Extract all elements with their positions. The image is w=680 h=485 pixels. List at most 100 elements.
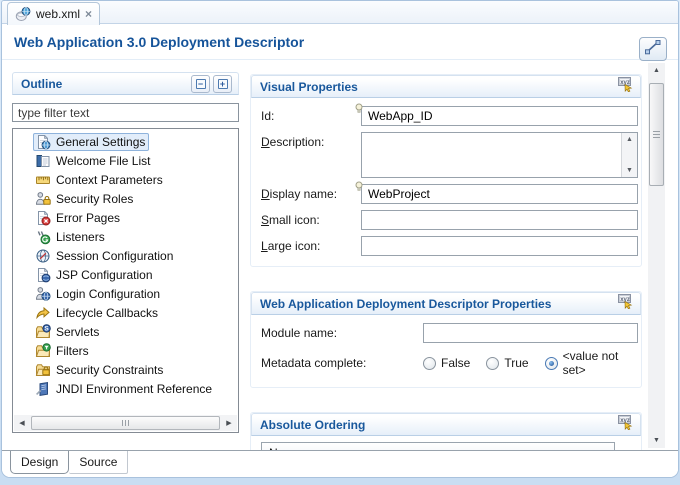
radio-label: False [441, 356, 471, 370]
tab-design[interactable]: Design [10, 451, 70, 474]
radio-label: True [504, 356, 529, 370]
tree-item-security-constraints[interactable]: Security Constraints [13, 360, 238, 379]
metadata-complete-radios: False True <value not set> [423, 349, 638, 377]
page-tab-bar: Design Source [2, 450, 678, 477]
scroll-up-icon[interactable]: ▲ [648, 63, 665, 78]
properties-panel: Visual Properties xyz Id: Descripti [250, 61, 642, 450]
section-visual-properties: Visual Properties xyz Id: Descripti [250, 74, 642, 267]
absolute-ordering-title: Absolute Ordering [260, 417, 366, 432]
tab-label: web.xml [36, 7, 81, 21]
small-icon-field[interactable] [361, 210, 638, 230]
descriptor-properties-header: Web Application Deployment Descriptor Pr… [251, 292, 641, 315]
collapse-all-button[interactable]: − [191, 74, 210, 93]
svg-text:S: S [44, 325, 49, 332]
tree-item-label: Login Configuration [56, 286, 161, 301]
tree-item-general-settings[interactable]: General Settings [13, 132, 238, 151]
module-name-field[interactable] [423, 323, 638, 343]
scroll-down-icon[interactable]: ▼ [626, 167, 633, 174]
table-column-header[interactable]: Name [262, 443, 614, 450]
visual-properties-title: Visual Properties [260, 79, 358, 94]
web-xml-file-icon [15, 6, 31, 22]
show-xml-attributes-icon[interactable]: xyz [617, 293, 634, 314]
radio-button-icon[interactable] [544, 356, 558, 370]
listeners-icon [35, 229, 51, 245]
close-icon[interactable]: × [85, 8, 92, 20]
scroll-left-icon[interactable]: ◀ [14, 415, 30, 431]
properties-scrollbar[interactable]: ▲ ▼ [648, 63, 665, 448]
id-field[interactable] [361, 106, 638, 126]
tree-item-welcome-file-list[interactable]: Welcome File List [13, 151, 238, 170]
lifecycle-callbacks-icon [35, 305, 51, 321]
vertical-scroll-thumb[interactable] [649, 83, 664, 186]
tree-item-label: Listeners [56, 229, 105, 244]
outline-header: Outline − + [12, 72, 239, 95]
error-pages-icon [35, 210, 51, 226]
expand-all-icon: + [217, 78, 228, 89]
id-label: Id: [261, 109, 275, 123]
description-label: Description: [261, 135, 325, 149]
expand-all-button[interactable]: + [213, 74, 232, 93]
module-name-label: Module name: [261, 326, 338, 340]
show-xml-attributes-icon[interactable]: xyz [617, 76, 634, 97]
tree-item-label: Session Configuration [56, 248, 174, 263]
marquee-select-button[interactable] [639, 37, 667, 61]
tree-item-label: JNDI Environment Reference [56, 381, 213, 396]
tree-item-jndi-environment-references[interactable]: JNDI Environment Reference [13, 379, 238, 398]
outline-tree[interactable]: General Settings Welcome File List Context… [12, 128, 239, 433]
tree-horizontal-scrollbar[interactable]: ◀ ▶ [14, 415, 237, 431]
editor-tab-bar: web.xml × [2, 1, 678, 25]
absolute-ordering-table[interactable]: Name [261, 442, 615, 450]
tree-item-error-pages[interactable]: Error Pages [13, 208, 238, 227]
welcome-file-list-icon [35, 153, 51, 169]
scroll-down-icon[interactable]: ▼ [648, 433, 665, 448]
visual-properties-header: Visual Properties xyz [251, 75, 641, 98]
design-page-content: Outline − + General Settings Welcome File… [2, 61, 678, 450]
tree-item-context-parameters[interactable]: Context Parameters [13, 170, 238, 189]
context-parameters-icon [35, 172, 51, 188]
session-configuration-icon [35, 248, 51, 264]
content-assist-bulb-icon [355, 101, 363, 119]
eclipse-editor-window: web.xml × Web Application 3.0 Deployment… [0, 0, 680, 485]
tree-item-security-roles[interactable]: Security Roles [13, 189, 238, 208]
display-name-field[interactable] [361, 184, 638, 204]
jndi-environment-references-icon [35, 381, 51, 397]
general-settings-icon [35, 134, 51, 150]
show-xml-attributes-icon[interactable]: xyz [617, 414, 634, 435]
radio-value-not-set[interactable]: <value not set> [544, 349, 622, 377]
radio-button-icon[interactable] [423, 356, 436, 370]
section-descriptor-properties: Web Application Deployment Descriptor Pr… [250, 291, 642, 388]
tree-item-session-configuration[interactable]: Session Configuration [13, 246, 238, 265]
tree-item-servlets[interactable]: S Servlets [13, 322, 238, 341]
tree-item-jsp-configuration[interactable]: JSP Configuration [13, 265, 238, 284]
outline-panel: Outline − + General Settings Welcome File… [12, 72, 239, 435]
radio-label: <value not set> [562, 349, 619, 377]
tab-web-xml[interactable]: web.xml × [7, 2, 101, 25]
tree-item-filters[interactable]: Filters [13, 341, 238, 360]
tree-item-label: Welcome File List [56, 153, 151, 168]
radio-false[interactable]: False [423, 356, 470, 370]
display-name-label: Display name: [261, 187, 338, 201]
radio-button-icon[interactable] [486, 356, 500, 370]
content-assist-bulb-icon [355, 179, 363, 197]
section-absolute-ordering: Absolute Ordering xyz Name [250, 412, 642, 450]
scroll-up-icon[interactable]: ▲ [626, 136, 633, 143]
tab-source[interactable]: Source [69, 451, 129, 474]
radio-true[interactable]: True [486, 356, 529, 370]
page-title: Web Application 3.0 Deployment Descripto… [14, 33, 305, 50]
description-field[interactable]: ▲ ▼ [361, 132, 638, 178]
tree-item-label: General Settings [56, 134, 146, 149]
horizontal-scroll-thumb[interactable] [31, 416, 220, 430]
outline-title: Outline [21, 76, 63, 91]
large-icon-label: Large icon: [261, 239, 321, 253]
scroll-right-icon[interactable]: ▶ [221, 415, 237, 431]
tree-item-lifecycle-callbacks[interactable]: Lifecycle Callbacks [13, 303, 238, 322]
filter-input[interactable] [12, 103, 239, 122]
metadata-complete-label: Metadata complete: [261, 356, 367, 370]
tree-item-label: JSP Configuration [56, 267, 153, 282]
security-roles-icon [35, 191, 51, 207]
tree-item-login-configuration[interactable]: Login Configuration [13, 284, 238, 303]
tree-item-listeners[interactable]: Listeners [13, 227, 238, 246]
tree-item-label: Error Pages [56, 210, 121, 225]
description-scrollbar[interactable]: ▲ ▼ [621, 133, 637, 177]
large-icon-field[interactable] [361, 236, 638, 256]
